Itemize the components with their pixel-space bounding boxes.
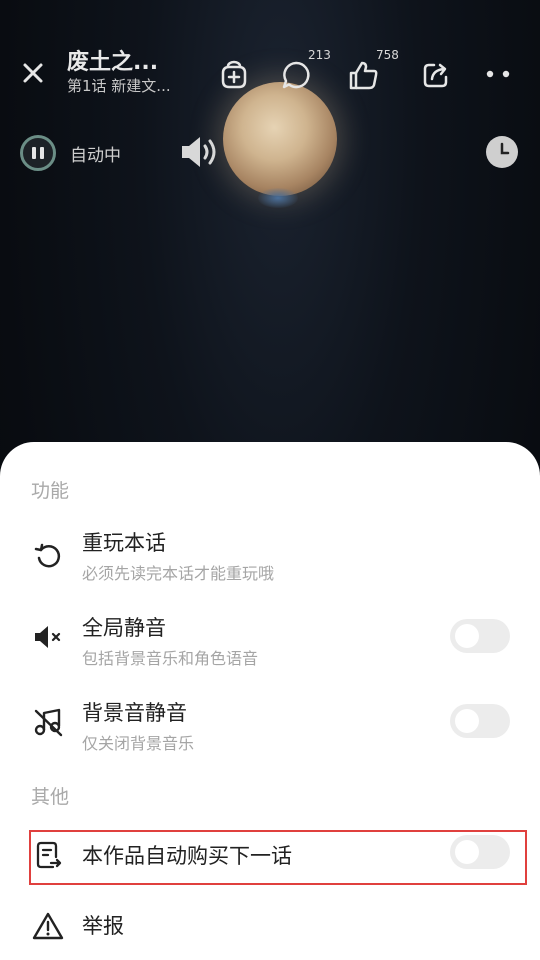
warning-icon: [30, 908, 66, 944]
bgm-mute-item[interactable]: 背景音静音 仅关闭背景音乐: [0, 694, 540, 758]
item-title: 举报: [82, 914, 124, 938]
autoplay-label: 自动中: [70, 145, 121, 166]
autoplay-control[interactable]: 自动中: [20, 132, 121, 174]
global-mute-toggle[interactable]: [450, 619, 510, 653]
episode-subtitle: 第1话 新建文...: [67, 77, 171, 95]
title-block[interactable]: 废土之... 第1话 新建文...: [67, 50, 171, 96]
toggle-knob: [455, 709, 479, 733]
replay-icon: [30, 538, 66, 574]
close-icon[interactable]: [18, 58, 48, 88]
like-count: 758: [376, 48, 399, 62]
highlight-box: [29, 830, 527, 885]
item-title: 重玩本话: [82, 531, 166, 555]
comment-icon[interactable]: [278, 57, 314, 93]
gift-bag-icon[interactable]: [216, 56, 252, 92]
toggle-knob: [455, 624, 479, 648]
mute-icon: [30, 619, 66, 655]
section-other: 其他: [31, 786, 70, 808]
music-off-icon: [30, 704, 66, 740]
bgm-mute-toggle[interactable]: [450, 704, 510, 738]
section-function: 功能: [31, 480, 70, 502]
like-icon[interactable]: [345, 57, 383, 93]
more-icon[interactable]: [484, 64, 514, 84]
global-mute-item[interactable]: 全局静音 包括背景音乐和角色语音: [0, 609, 540, 673]
item-subtitle: 仅关闭背景音乐: [82, 734, 195, 753]
report-item[interactable]: 举报: [0, 906, 540, 946]
item-subtitle: 包括背景音乐和角色语音: [82, 649, 259, 668]
pause-icon[interactable]: [20, 135, 56, 171]
clock-icon[interactable]: [486, 136, 518, 168]
item-title: 背景音静音: [82, 701, 187, 725]
work-title: 废土之...: [67, 50, 159, 75]
replay-episode-item[interactable]: 重玩本话 必须先读完本话才能重玩哦: [0, 524, 540, 588]
item-subtitle: 必须先读完本话才能重玩哦: [82, 564, 275, 583]
comment-count: 213: [308, 48, 331, 62]
moon-reflection: [258, 188, 298, 208]
share-icon[interactable]: [418, 57, 454, 93]
item-title: 全局静音: [82, 616, 166, 640]
top-bar: 废土之... 第1话 新建文... 213 758: [0, 40, 540, 110]
speaker-icon[interactable]: [178, 132, 224, 176]
